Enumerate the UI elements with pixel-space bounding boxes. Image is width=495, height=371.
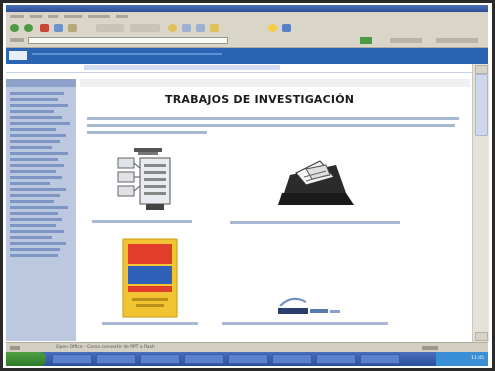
home-icon[interactable] xyxy=(68,24,77,32)
book-link[interactable] xyxy=(122,238,178,318)
browser-toolbar xyxy=(6,21,488,36)
toolbar-links[interactable] xyxy=(436,38,478,43)
header-banner xyxy=(32,53,222,55)
item-link-3[interactable] xyxy=(102,322,198,325)
page-title: TRABAJOS DE INVESTIGACIÓN xyxy=(165,93,355,106)
intro-text xyxy=(87,115,469,134)
taskbar-item[interactable] xyxy=(184,354,224,364)
title-bar xyxy=(6,5,488,12)
zone-icon xyxy=(422,346,438,350)
item-link-2[interactable] xyxy=(230,221,400,224)
sidebar-item[interactable] xyxy=(10,200,54,203)
openoffice-link[interactable] xyxy=(272,294,352,320)
sidebar-item[interactable] xyxy=(10,170,56,173)
sidebar-item[interactable] xyxy=(10,122,70,125)
vertical-scrollbar[interactable] xyxy=(472,64,489,342)
menu-item[interactable] xyxy=(48,15,58,18)
sidebar-item[interactable] xyxy=(10,104,68,107)
taskbar-item[interactable] xyxy=(360,354,400,364)
database-icon xyxy=(117,148,171,210)
sidebar-item[interactable] xyxy=(10,92,64,95)
menu-item[interactable] xyxy=(116,15,128,18)
menu-item[interactable] xyxy=(64,15,82,18)
taskbar-item[interactable] xyxy=(228,354,268,364)
sidebar-item[interactable] xyxy=(10,218,62,221)
scanner-link[interactable] xyxy=(276,155,358,211)
subheader-bar xyxy=(84,65,280,70)
messenger-icon[interactable] xyxy=(268,24,277,32)
sidebar-item[interactable] xyxy=(10,230,64,233)
forward-icon[interactable] xyxy=(24,24,33,32)
print-icon[interactable] xyxy=(210,24,219,32)
sidebar-item[interactable] xyxy=(10,194,60,197)
sidebar-item[interactable] xyxy=(10,110,54,113)
edit-icon[interactable] xyxy=(282,24,291,32)
sidebar-item[interactable] xyxy=(10,206,68,209)
sidebar-item[interactable] xyxy=(10,224,56,227)
sidebar-item[interactable] xyxy=(10,158,58,161)
menu-item[interactable] xyxy=(88,15,110,18)
start-button[interactable] xyxy=(6,352,46,366)
menu-bar xyxy=(6,12,488,21)
sidebar-item[interactable] xyxy=(10,212,58,215)
toolbar-search-field[interactable] xyxy=(390,38,422,43)
sidebar-item[interactable] xyxy=(10,254,58,257)
breadcrumb xyxy=(80,79,470,87)
scroll-thumb[interactable] xyxy=(475,74,488,136)
sidebar-item[interactable] xyxy=(10,146,52,149)
site-header xyxy=(6,48,488,64)
status-text: Open Office - Como convertir de PPT a fl… xyxy=(56,345,155,350)
sidebar-item[interactable] xyxy=(10,236,52,239)
taskbar-item[interactable] xyxy=(96,354,136,364)
sidebar-item[interactable] xyxy=(10,116,62,119)
database-link[interactable] xyxy=(110,146,180,218)
sidebar-item[interactable] xyxy=(10,182,50,185)
sidebar-item[interactable] xyxy=(10,140,60,143)
sidebar-item[interactable] xyxy=(10,128,56,131)
address-bar xyxy=(6,35,488,48)
item-link-4[interactable] xyxy=(222,322,388,325)
address-label xyxy=(10,38,24,42)
site-logo[interactable] xyxy=(9,51,27,60)
taskbar-item[interactable] xyxy=(52,354,92,364)
taskbar: 11:45 xyxy=(6,352,488,366)
taskbar-item[interactable] xyxy=(316,354,356,364)
sidebar-item[interactable] xyxy=(10,176,62,179)
url-input[interactable] xyxy=(28,37,228,44)
menu-item[interactable] xyxy=(10,15,24,18)
sidebar-title xyxy=(6,79,76,87)
back-icon[interactable] xyxy=(10,24,19,32)
menu-item[interactable] xyxy=(30,15,42,18)
sidebar-item[interactable] xyxy=(10,134,66,137)
stop-icon[interactable] xyxy=(40,24,49,32)
scroll-down-icon[interactable] xyxy=(475,332,488,341)
site-subheader xyxy=(6,64,488,73)
sidebar-item[interactable] xyxy=(10,248,60,251)
status-icon xyxy=(10,346,20,350)
favorites-icon[interactable] xyxy=(130,24,160,32)
scanner-icon xyxy=(278,160,354,205)
scroll-up-icon[interactable] xyxy=(475,65,488,74)
go-icon[interactable] xyxy=(360,37,372,44)
tray-clock: 11:45 xyxy=(471,356,484,361)
taskbar-item[interactable] xyxy=(272,354,312,364)
media-icon[interactable] xyxy=(168,24,177,32)
book-icon xyxy=(122,238,178,318)
refresh-icon[interactable] xyxy=(54,24,63,32)
sidebar-item[interactable] xyxy=(10,152,68,155)
search-icon[interactable] xyxy=(96,24,124,32)
sidebar-item[interactable] xyxy=(10,164,64,167)
sidebar-item[interactable] xyxy=(10,188,66,191)
sidebar-item[interactable] xyxy=(10,242,66,245)
openoffice-logo-icon xyxy=(276,297,340,316)
item-link-1[interactable] xyxy=(92,220,192,223)
system-tray: 11:45 xyxy=(436,352,488,366)
taskbar-item[interactable] xyxy=(140,354,180,364)
mail-icon[interactable] xyxy=(196,24,205,32)
history-icon[interactable] xyxy=(182,24,191,32)
sidebar-item[interactable] xyxy=(10,98,58,101)
